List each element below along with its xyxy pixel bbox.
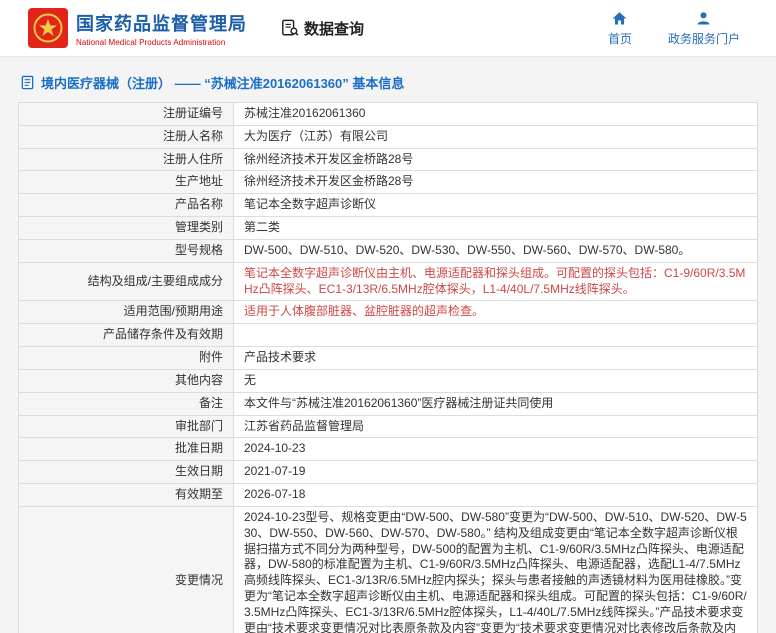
nav-portal-label: 政务服务门户 — [667, 31, 740, 46]
row-value: 笔记本全数字超声诊断仪由主机、电源适配器和探头组成。可配置的探头包括：C1-9/… — [233, 261, 758, 302]
nmpa-emblem-logo — [28, 8, 68, 48]
row-value: 适用于人体腹部脏器、盆腔脏器的超声检查。 — [233, 300, 758, 325]
org-title-block: 国家药品监督管理局 National Medical Products Admi… — [76, 10, 247, 47]
row-label: 管理类别 — [18, 216, 234, 240]
row-value: 徐州经济技术开发区金桥路28号 — [233, 170, 758, 195]
table-row: 其他内容无 — [18, 368, 758, 393]
row-label: 变更情况 — [18, 505, 234, 633]
nav-home[interactable]: 首页 — [608, 10, 632, 47]
row-label: 生效日期 — [18, 460, 234, 485]
row-label: 有效期至 — [18, 483, 234, 507]
row-value: 本文件与“苏械注准20162061360”医疗器械注册证共同使用 — [233, 391, 758, 416]
row-label: 备注 — [18, 391, 234, 416]
row-label: 生产地址 — [18, 170, 234, 195]
nav-data-query[interactable]: 数据查询 — [281, 18, 364, 39]
data-query-label: 数据查询 — [304, 20, 365, 38]
table-row: 产品名称 笔记本全数字超声诊断仪 — [18, 193, 758, 218]
row-value: DW-500、DW-510、DW-520、DW-530、DW-550、DW-56… — [233, 238, 758, 263]
table-row: 管理类别 第二类 — [18, 216, 758, 240]
table-row: 注册人名称 大为医疗（江苏）有限公司 — [18, 124, 758, 149]
registration-info-table: 注册证编号 苏械注准20162061360 注册人名称 大为医疗（江苏）有限公司 注… — [18, 102, 758, 633]
row-value: 苏械注准20162061360 — [233, 102, 758, 126]
row-value: 无 — [233, 368, 758, 393]
portal-person-icon — [698, 11, 710, 24]
table-row: 适用范围/预期用途 适用于人体腹部脏器、盆腔脏器的超声检查。 — [18, 300, 758, 325]
page-title: 境内医疗器械（注册） —— “苏械注准20162061360” 基本信息 — [20, 73, 758, 92]
row-label: 注册人住所 — [18, 147, 234, 172]
table-row: 产品储存条件及有效期 — [18, 323, 758, 348]
data-query-icon — [282, 19, 299, 36]
row-value: 2021-07-19 — [233, 460, 758, 485]
row-value: 第二类 — [233, 216, 758, 240]
table-row: 附件 产品技术要求 — [18, 346, 758, 370]
table-row: 结构及组成/主要组成成分 笔记本全数字超声诊断仪由主机、电源适配器和探头组成。可配… — [18, 261, 758, 302]
main-content: 境内医疗器械（注册） —— “苏械注准20162061360” 基本信息 注册证… — [0, 57, 776, 633]
row-value: 产品技术要求 — [233, 346, 758, 370]
row-label: 注册证编号 — [18, 102, 234, 126]
row-value — [233, 323, 758, 348]
table-row: 批准日期 2024-10-23 — [18, 437, 758, 462]
row-label: 适用范围/预期用途 — [18, 300, 234, 325]
row-value: 江苏省药品监督管理局 — [233, 414, 758, 439]
row-label: 型号规格 — [18, 238, 234, 263]
table-row: 生产地址 徐州经济技术开发区金桥路28号 — [18, 170, 758, 195]
table-row: 型号规格 DW-500、DW-510、DW-520、DW-530、DW-550、D… — [18, 238, 758, 263]
row-label: 其他内容 — [18, 368, 234, 393]
home-icon — [613, 11, 627, 24]
row-label: 产品名称 — [18, 193, 234, 218]
national-emblem-icon — [28, 8, 68, 48]
org-name-en: National Medical Products Administration — [76, 37, 226, 47]
row-label: 结构及组成/主要组成成分 — [18, 261, 234, 302]
table-row: 备注 本文件与“苏械注准20162061360”医疗器械注册证共同使用 — [18, 391, 758, 416]
table-row: 有效期至 2026-07-18 — [18, 483, 758, 507]
page-title-text: 境内医疗器械（注册） —— “苏械注准20162061360” 基本信息 — [41, 76, 405, 91]
nav-portal[interactable]: 政务服务门户 — [668, 10, 740, 47]
site-header: 国家药品监督管理局 National Medical Products Admi… — [0, 0, 776, 57]
table-row: 变更情况 2024-10-23型号、规格变更由“DW-500、DW-580”变更为… — [18, 505, 758, 633]
row-value: 2024-10-23 — [233, 437, 758, 462]
row-label: 附件 — [18, 346, 234, 370]
row-value: 2024-10-23型号、规格变更由“DW-500、DW-580”变更为“DW-… — [233, 505, 758, 633]
row-label: 注册人名称 — [18, 124, 234, 149]
row-value: 大为医疗（江苏）有限公司 — [233, 124, 758, 149]
row-label: 批准日期 — [18, 437, 234, 462]
row-value: 笔记本全数字超声诊断仪 — [233, 193, 758, 218]
org-name-cn: 国家药品监督管理局 — [76, 13, 247, 34]
document-icon — [21, 75, 34, 90]
table-row: 生效日期 2021-07-19 — [18, 460, 758, 485]
row-label: 产品储存条件及有效期 — [18, 323, 234, 348]
row-value: 徐州经济技术开发区金桥路28号 — [233, 147, 758, 172]
table-row: 注册人住所 徐州经济技术开发区金桥路28号 — [18, 147, 758, 172]
nav-home-label: 首页 — [607, 31, 632, 46]
row-value: 2026-07-18 — [233, 483, 758, 507]
table-row: 审批部门 江苏省药品监督管理局 — [18, 414, 758, 439]
row-label: 审批部门 — [18, 414, 234, 439]
table-row: 注册证编号 苏械注准20162061360 — [18, 102, 758, 126]
